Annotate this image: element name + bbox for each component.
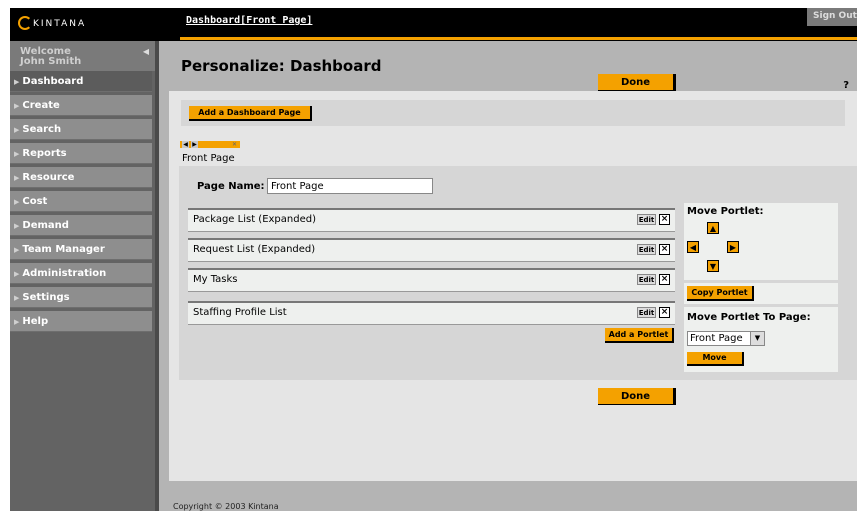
sidebar-item-cost[interactable]: ▶ Cost — [10, 191, 152, 212]
chevron-right-icon: ▶ — [14, 78, 20, 86]
page-title: Personalize: Dashboard — [181, 57, 382, 75]
portlet-label: Request List (Expanded) — [193, 244, 316, 255]
remove-portlet-icon[interactable]: × — [659, 214, 670, 225]
personalize-content: Add a Dashboard Page ◀ ▶ ✕ Front Page Pa… — [169, 91, 857, 481]
page-name-label: Page Name: — [197, 181, 265, 192]
copy-portlet-button[interactable]: Copy Portlet — [687, 286, 754, 301]
logo-text: KINTANA — [33, 19, 87, 29]
move-to-page-title: Move Portlet To Page: — [687, 312, 811, 323]
portlet-row: Request List (Expanded) Edit × — [188, 238, 675, 262]
sidebar-item-label: Administration — [22, 268, 107, 279]
portlet-label: Package List (Expanded) — [193, 214, 316, 225]
copyright: Copyright © 2003 Kintana — [173, 502, 279, 511]
sidebar-item-label: Create — [22, 100, 60, 111]
sidebar-item-demand[interactable]: ▶ Demand — [10, 215, 152, 236]
move-left-icon[interactable]: ◀ — [687, 241, 699, 253]
user-name: John Smith — [20, 56, 82, 67]
move-portlet-box: Move Portlet: ▲ ◀ ▶ ▼ — [684, 203, 838, 280]
sidebar-item-team-manager[interactable]: ▶ Team Manager — [10, 239, 152, 260]
sidebar-item-label: Resource — [22, 172, 75, 183]
logo-icon — [18, 16, 32, 30]
sidebar-item-administration[interactable]: ▶ Administration — [10, 263, 152, 284]
chevron-right-icon: ▶ — [14, 102, 20, 110]
remove-portlet-icon[interactable]: × — [659, 274, 670, 285]
chevron-right-icon: ▶ — [14, 318, 20, 326]
tab-controls: ◀ ▶ ✕ — [180, 141, 240, 148]
sidebar-item-label: Cost — [22, 196, 48, 207]
add-page-strip: Add a Dashboard Page — [181, 100, 845, 126]
main-area: Personalize: Dashboard ? Done Add a Dash… — [159, 41, 857, 511]
sidebar: Welcome John Smith ◀ ▶ Dashboard ▶ Create … — [10, 41, 155, 511]
breadcrumb[interactable]: Dashboard[Front Page] — [186, 15, 312, 26]
page-select-value: Front Page — [690, 333, 743, 344]
dropdown-arrow-icon: ▼ — [750, 332, 764, 345]
move-down-icon[interactable]: ▼ — [707, 260, 719, 272]
chevron-right-icon: ▶ — [14, 126, 20, 134]
welcome-block: Welcome John Smith ◀ — [10, 41, 155, 71]
remove-tab-icon[interactable]: ✕ — [231, 141, 238, 148]
sidebar-item-dashboard[interactable]: ▶ Dashboard — [10, 71, 152, 92]
sidebar-item-label: Demand — [22, 220, 69, 231]
sidebar-item-label: Help — [22, 316, 49, 327]
move-portlet-title: Move Portlet: — [687, 206, 764, 217]
chevron-right-icon: ▶ — [14, 198, 20, 206]
chevron-right-icon: ▶ — [14, 174, 20, 182]
move-tab-right-icon[interactable]: ▶ — [191, 141, 198, 148]
page-name-input[interactable] — [267, 178, 433, 194]
sidebar-item-label: Search — [22, 124, 62, 135]
header-accent-line — [180, 37, 857, 40]
move-right-icon[interactable]: ▶ — [727, 241, 739, 253]
page-panel: Page Name: Package List (Expanded) Edit … — [179, 166, 857, 380]
sidebar-item-label: Dashboard — [22, 76, 84, 87]
remove-portlet-icon[interactable]: × — [659, 244, 670, 255]
move-to-page-box: Move Portlet To Page: Front Page ▼ Move — [684, 307, 838, 372]
edit-button[interactable]: Edit — [637, 214, 656, 225]
move-up-icon[interactable]: ▲ — [707, 222, 719, 234]
edit-button[interactable]: Edit — [637, 307, 656, 318]
add-portlet-button[interactable]: Add a Portlet — [605, 328, 674, 343]
done-button-bottom[interactable]: Done — [598, 388, 676, 405]
sidebar-item-resource[interactable]: ▶ Resource — [10, 167, 152, 188]
chevron-right-icon: ▶ — [14, 150, 20, 158]
help-icon[interactable]: ? — [843, 80, 849, 91]
edit-button[interactable]: Edit — [637, 274, 656, 285]
done-button-top[interactable]: Done — [598, 74, 676, 91]
chevron-right-icon: ▶ — [14, 246, 20, 254]
sidebar-item-help[interactable]: ▶ Help — [10, 311, 152, 332]
copy-portlet-box: Copy Portlet — [684, 283, 838, 304]
sidebar-item-reports[interactable]: ▶ Reports — [10, 143, 152, 164]
sidebar-item-search[interactable]: ▶ Search — [10, 119, 152, 140]
portlet-label: My Tasks — [193, 274, 238, 285]
tab-label: Front Page — [182, 153, 235, 164]
add-dashboard-page-button[interactable]: Add a Dashboard Page — [189, 106, 312, 121]
chevron-right-icon: ▶ — [14, 270, 20, 278]
tab-front-page[interactable]: ◀ ▶ ✕ Front Page — [179, 140, 257, 166]
portlet-row: My Tasks Edit × — [188, 268, 675, 292]
sidebar-item-settings[interactable]: ▶ Settings — [10, 287, 152, 308]
chevron-right-icon: ▶ — [14, 294, 20, 302]
remove-portlet-icon[interactable]: × — [659, 307, 670, 318]
top-bar: KINTANA Dashboard[Front Page] Sign Out — [10, 8, 857, 41]
sidebar-item-create[interactable]: ▶ Create — [10, 95, 152, 116]
collapse-arrow-icon[interactable]: ◀ — [143, 47, 149, 57]
move-button[interactable]: Move — [687, 352, 744, 366]
portlet-label: Staffing Profile List — [193, 307, 287, 318]
sidebar-item-label: Reports — [22, 148, 67, 159]
edit-button[interactable]: Edit — [637, 244, 656, 255]
page-select[interactable]: Front Page ▼ — [687, 331, 765, 346]
kintana-logo: KINTANA — [18, 14, 158, 36]
move-tab-left-icon[interactable]: ◀ — [182, 141, 189, 148]
sidebar-item-label: Settings — [22, 292, 70, 303]
portlet-row: Staffing Profile List Edit × — [188, 301, 675, 325]
sign-out-button[interactable]: Sign Out — [807, 8, 857, 26]
chevron-right-icon: ▶ — [14, 222, 20, 230]
sidebar-item-label: Team Manager — [22, 244, 105, 255]
portlet-row: Package List (Expanded) Edit × — [188, 208, 675, 232]
